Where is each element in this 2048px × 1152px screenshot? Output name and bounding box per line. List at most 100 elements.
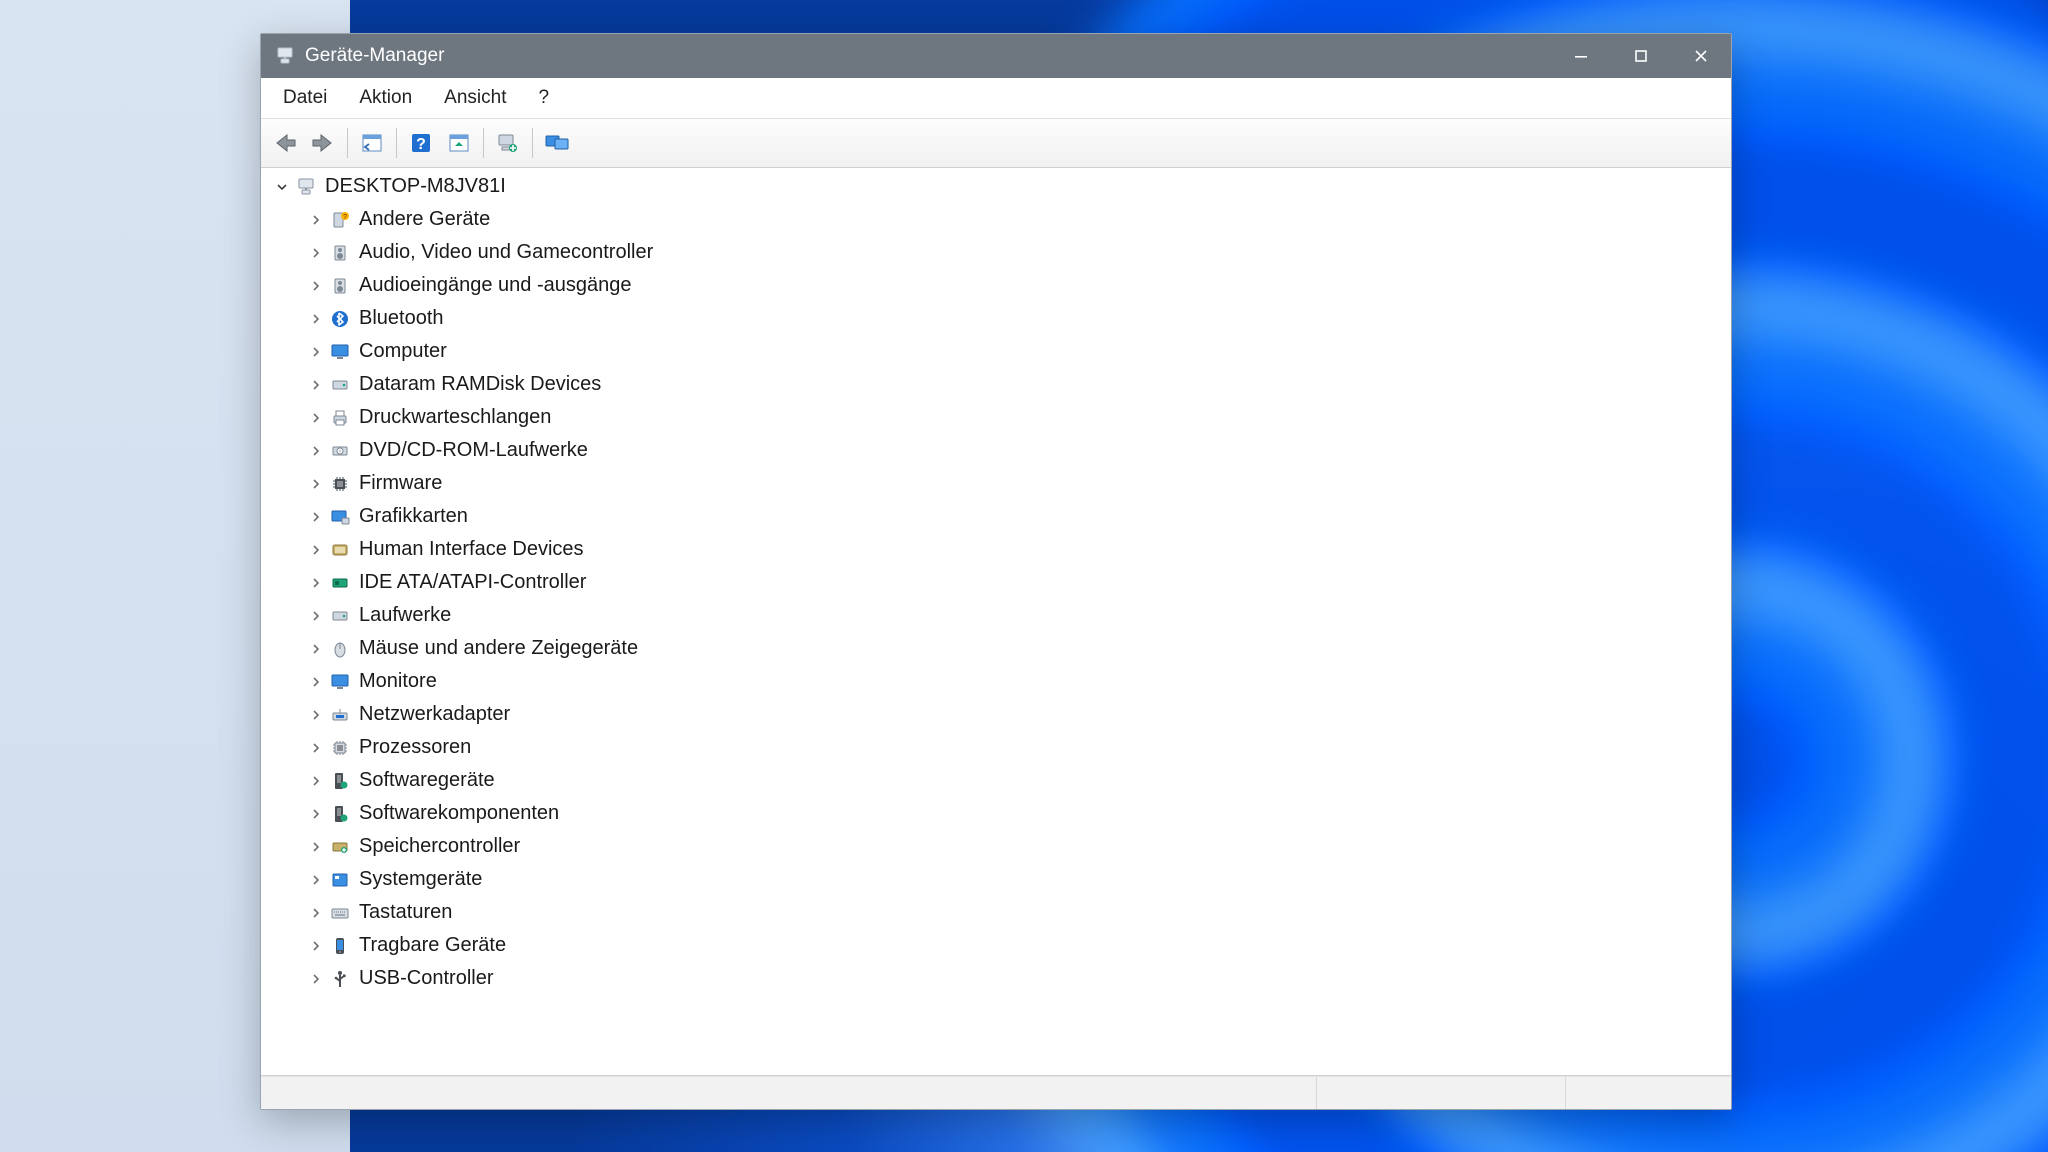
expander-closed-icon[interactable] <box>305 539 327 561</box>
expander-closed-icon[interactable] <box>305 473 327 495</box>
tree-category[interactable]: Speichercontroller <box>261 830 1731 863</box>
maximize-button[interactable] <box>1611 34 1671 78</box>
tree-category[interactable]: Grafikkarten <box>261 500 1731 533</box>
expander-closed-icon[interactable] <box>305 638 327 660</box>
tree-node-label: Softwarekomponenten <box>359 802 559 825</box>
tree-category[interactable]: Firmware <box>261 467 1731 500</box>
tree-node-label: Dataram RAMDisk Devices <box>359 373 601 396</box>
toolbar-scan-button[interactable] <box>490 125 526 161</box>
expander-closed-icon[interactable] <box>305 968 327 990</box>
expander-closed-icon[interactable] <box>305 440 327 462</box>
tree-category[interactable]: Softwaregeräte <box>261 764 1731 797</box>
computer-root-icon <box>295 176 317 198</box>
menu-ansicht[interactable]: Ansicht <box>428 81 522 115</box>
tree-category[interactable]: Bluetooth <box>261 302 1731 335</box>
toolbar-devices-button[interactable] <box>539 125 575 161</box>
menu-help[interactable]: ? <box>522 81 565 115</box>
tree-node-label: Firmware <box>359 472 442 495</box>
toolbar-separator <box>347 128 348 158</box>
svg-text:?: ? <box>416 136 426 153</box>
portable-icon <box>329 935 351 957</box>
tree-category[interactable]: Audioeingänge und -ausgänge <box>261 269 1731 302</box>
tree-category[interactable]: Tastaturen <box>261 896 1731 929</box>
tree-category[interactable]: Mäuse und andere Zeigegeräte <box>261 632 1731 665</box>
tree-category[interactable]: DVD/CD-ROM-Laufwerke <box>261 434 1731 467</box>
tree-category[interactable]: Systemgeräte <box>261 863 1731 896</box>
storage-ctrl-icon <box>329 836 351 858</box>
software-icon <box>329 803 351 825</box>
tree-category[interactable]: Druckwarteschlangen <box>261 401 1731 434</box>
close-button[interactable] <box>1671 34 1731 78</box>
tree-category[interactable]: Monitore <box>261 665 1731 698</box>
expander-closed-icon[interactable] <box>305 935 327 957</box>
tree-node-label: Computer <box>359 340 447 363</box>
tree-node-label: DVD/CD-ROM-Laufwerke <box>359 439 588 462</box>
toolbar-separator <box>532 128 533 158</box>
titlebar[interactable]: Geräte-Manager <box>261 34 1731 78</box>
status-cell <box>1317 1077 1566 1109</box>
expander-closed-icon[interactable] <box>305 374 327 396</box>
expander-closed-icon[interactable] <box>305 506 327 528</box>
toolbar-properties-button[interactable] <box>441 125 477 161</box>
menubar: Datei Aktion Ansicht ? <box>261 78 1731 119</box>
expander-closed-icon[interactable] <box>305 209 327 231</box>
toolbar-back-button[interactable] <box>267 125 303 161</box>
tree-node-label: Monitore <box>359 670 437 693</box>
tree-node-label: Prozessoren <box>359 736 471 759</box>
expander-closed-icon[interactable] <box>305 770 327 792</box>
printer-icon <box>329 407 351 429</box>
expander-closed-icon[interactable] <box>305 275 327 297</box>
expander-closed-icon[interactable] <box>305 341 327 363</box>
tree-category[interactable]: Computer <box>261 335 1731 368</box>
menu-datei[interactable]: Datei <box>267 81 343 115</box>
chip-icon <box>329 473 351 495</box>
hid-icon <box>329 539 351 561</box>
tree-node-label: Human Interface Devices <box>359 538 584 561</box>
tree-root[interactable]: DESKTOP-M8JV81I <box>261 170 1731 203</box>
desktop-background: Geräte-Manager Datei Aktion Ansicht ? <box>0 0 2048 1152</box>
system-icon <box>329 869 351 891</box>
tree-node-label: Audio, Video und Gamecontroller <box>359 241 653 264</box>
tree-category[interactable]: Human Interface Devices <box>261 533 1731 566</box>
expander-closed-icon[interactable] <box>305 836 327 858</box>
expander-closed-icon[interactable] <box>305 902 327 924</box>
expander-closed-icon[interactable] <box>305 605 327 627</box>
menu-aktion[interactable]: Aktion <box>343 81 428 115</box>
expander-closed-icon[interactable] <box>305 803 327 825</box>
tree-category[interactable]: Laufwerke <box>261 599 1731 632</box>
tree-category[interactable]: Netzwerkadapter <box>261 698 1731 731</box>
tree-node-label: Grafikkarten <box>359 505 468 528</box>
svg-text:?: ? <box>343 214 347 221</box>
network-icon <box>329 704 351 726</box>
tree-category[interactable]: USB-Controller <box>261 962 1731 995</box>
tree-category[interactable]: ? Andere Geräte <box>261 203 1731 236</box>
mouse-icon <box>329 638 351 660</box>
toolbar-forward-button[interactable] <box>305 125 341 161</box>
expander-closed-icon[interactable] <box>305 242 327 264</box>
minimize-button[interactable] <box>1551 34 1611 78</box>
expander-open-icon[interactable] <box>271 176 293 198</box>
tree-node-label: Tastaturen <box>359 901 452 924</box>
expander-closed-icon[interactable] <box>305 671 327 693</box>
expander-closed-icon[interactable] <box>305 704 327 726</box>
optical-icon <box>329 440 351 462</box>
expander-closed-icon[interactable] <box>305 869 327 891</box>
tree-node-label: USB-Controller <box>359 967 493 990</box>
expander-closed-icon[interactable] <box>305 572 327 594</box>
tree-node-label: Laufwerke <box>359 604 451 627</box>
toolbar-separator <box>483 128 484 158</box>
expander-closed-icon[interactable] <box>305 407 327 429</box>
tree-category[interactable]: Prozessoren <box>261 731 1731 764</box>
tree-category[interactable]: Tragbare Geräte <box>261 929 1731 962</box>
expander-closed-icon[interactable] <box>305 308 327 330</box>
toolbar-help-button[interactable]: ? <box>403 125 439 161</box>
tree-category[interactable]: IDE ATA/ATAPI-Controller <box>261 566 1731 599</box>
tree-category[interactable]: Softwarekomponenten <box>261 797 1731 830</box>
window-title: Geräte-Manager <box>305 45 444 67</box>
expander-closed-icon[interactable] <box>305 737 327 759</box>
tree-category[interactable]: Audio, Video und Gamecontroller <box>261 236 1731 269</box>
toolbar-showhide-button[interactable] <box>354 125 390 161</box>
device-tree[interactable]: DESKTOP-M8JV81I? Andere Geräte Audio, Vide… <box>261 168 1731 1076</box>
tree-category[interactable]: Dataram RAMDisk Devices <box>261 368 1731 401</box>
tree-node-label: Andere Geräte <box>359 208 490 231</box>
